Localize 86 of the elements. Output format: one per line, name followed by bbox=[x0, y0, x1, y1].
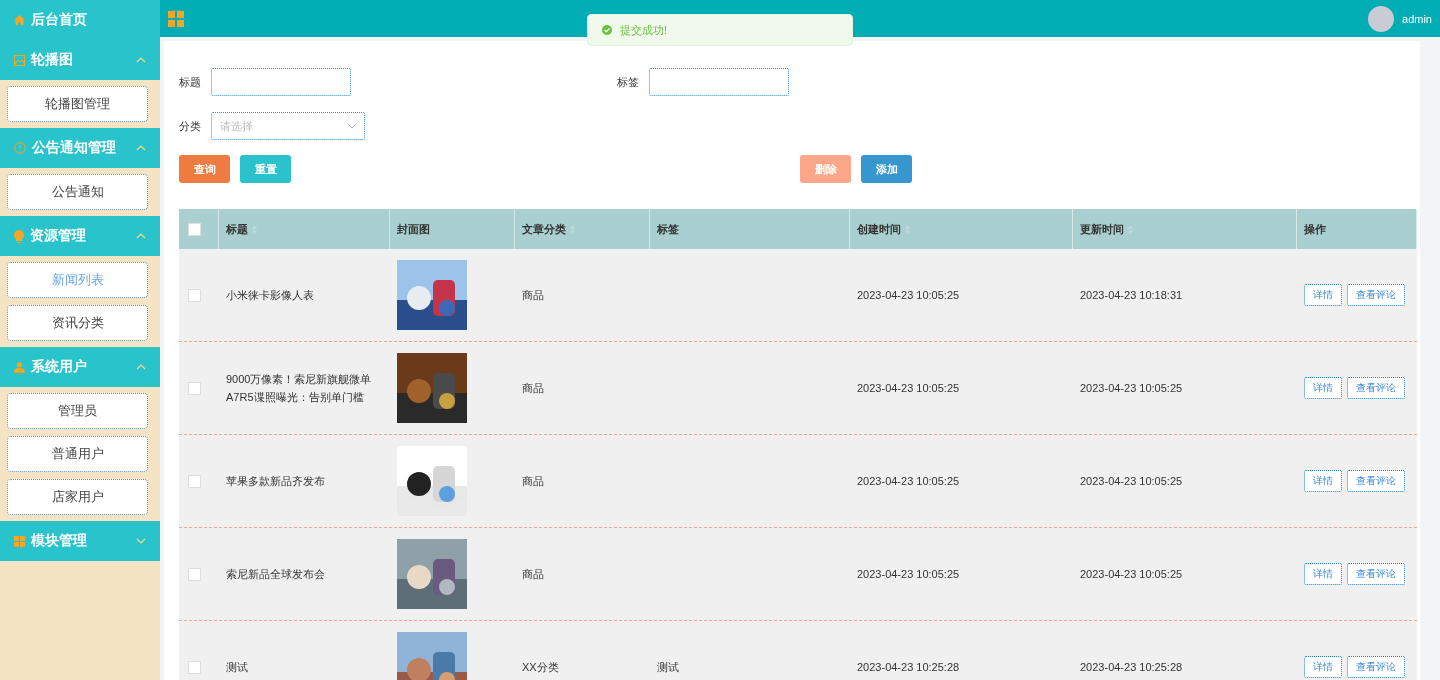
chevron-up-icon bbox=[136, 233, 146, 239]
column-header: 封面图 bbox=[397, 221, 430, 237]
user-icon bbox=[14, 361, 25, 373]
menu-item[interactable]: 普通用户 bbox=[7, 436, 148, 472]
check-circle-icon bbox=[602, 25, 612, 35]
toast-message: 提交成功! bbox=[620, 22, 668, 38]
row-checkbox[interactable] bbox=[188, 288, 201, 302]
table-cell-text: 9000万像素！索尼新旗舰微单A7R5谍照曝光：告别单门槛 bbox=[226, 372, 373, 405]
table-cell-text: 2023-04-23 10:25:28 bbox=[857, 660, 960, 675]
table-cell-text: 商品 bbox=[522, 288, 544, 303]
chevron-up-icon bbox=[136, 57, 146, 63]
action-link[interactable]: 详情 bbox=[1304, 470, 1342, 492]
title-input[interactable] bbox=[211, 68, 351, 96]
menu-group[interactable]: 模块管理 bbox=[0, 521, 160, 561]
sort-icon[interactable] bbox=[1128, 224, 1133, 234]
home-icon bbox=[14, 15, 25, 25]
chevron-down-icon bbox=[136, 538, 146, 544]
chevron-up-icon bbox=[136, 364, 146, 370]
lightbulb-icon bbox=[14, 229, 24, 243]
row-checkbox[interactable] bbox=[188, 474, 201, 488]
table-cell-text: 2023-04-23 10:25:28 bbox=[1080, 660, 1183, 675]
action-link[interactable]: 查看评论 bbox=[1347, 470, 1405, 492]
action-link[interactable]: 查看评论 bbox=[1347, 656, 1405, 678]
column-header: 标签 bbox=[657, 221, 679, 237]
table-cell-text: 2023-04-23 10:05:25 bbox=[857, 567, 960, 582]
table-cell-text: 苹果多款新品齐发布 bbox=[226, 474, 325, 489]
avatar[interactable] bbox=[1368, 5, 1395, 32]
action-link[interactable]: 查看评论 bbox=[1347, 284, 1405, 306]
reset-button[interactable]: 重置 bbox=[240, 155, 291, 183]
table-cell-text: 索尼新品全球发布会 bbox=[226, 567, 325, 582]
row-checkbox[interactable] bbox=[188, 381, 201, 395]
search-button[interactable]: 查询 bbox=[179, 155, 230, 183]
grid-icon[interactable] bbox=[168, 10, 184, 27]
menu-item[interactable]: 轮播图管理 bbox=[7, 86, 148, 122]
image-icon bbox=[14, 54, 25, 66]
chevron-up-icon bbox=[136, 145, 146, 151]
table-cell-text: 测试 bbox=[226, 660, 248, 675]
action-link[interactable]: 查看评论 bbox=[1347, 377, 1405, 399]
action-link[interactable]: 详情 bbox=[1304, 284, 1342, 306]
select-all-checkbox[interactable] bbox=[188, 222, 201, 236]
column-header: 创建时间 bbox=[857, 221, 901, 237]
field-label: 分类 bbox=[179, 118, 202, 134]
row-checkbox[interactable] bbox=[188, 660, 201, 674]
table-cell-text: 2023-04-23 10:05:25 bbox=[857, 381, 960, 396]
table-cell-text: 小米徕卡影像人表 bbox=[226, 288, 314, 303]
add-button[interactable]: 添加 bbox=[861, 155, 912, 183]
column-header: 更新时间 bbox=[1080, 221, 1124, 237]
table-cell-text: 商品 bbox=[522, 567, 544, 582]
field-label: 标签 bbox=[617, 74, 640, 90]
field-label: 标题 bbox=[179, 74, 202, 90]
row-checkbox[interactable] bbox=[188, 567, 201, 581]
menu-item[interactable]: 新闻列表 bbox=[7, 262, 148, 298]
menu-item[interactable]: 资讯分类 bbox=[7, 305, 148, 341]
table-cell-text: 2023-04-23 10:05:25 bbox=[1080, 567, 1183, 582]
action-link[interactable]: 查看评论 bbox=[1347, 563, 1405, 585]
menu-item[interactable]: 店家用户 bbox=[7, 479, 148, 515]
table-cell-text: 商品 bbox=[522, 474, 544, 489]
column-header: 标题 bbox=[226, 221, 248, 237]
table-cell-text: 商品 bbox=[522, 381, 544, 396]
menu-group[interactable]: 公告通知管理 bbox=[0, 128, 160, 168]
sort-icon[interactable] bbox=[905, 224, 910, 234]
table-cell-text: 测试 bbox=[657, 660, 679, 675]
column-header: 操作 bbox=[1304, 221, 1326, 237]
sort-icon[interactable] bbox=[570, 224, 575, 234]
sort-icon[interactable] bbox=[252, 224, 257, 234]
action-link[interactable]: 详情 bbox=[1304, 656, 1342, 678]
column-header: 文章分类 bbox=[522, 221, 566, 237]
menu-item[interactable]: 管理员 bbox=[7, 393, 148, 429]
tag-input[interactable] bbox=[649, 68, 789, 96]
action-link[interactable]: 详情 bbox=[1304, 563, 1342, 585]
user-name: admin bbox=[1402, 12, 1432, 25]
table-cell-text: 2023-04-23 10:05:25 bbox=[1080, 381, 1183, 396]
home-menu-item[interactable]: 后台首页 bbox=[0, 0, 160, 40]
table-cell-text: 2023-04-23 10:18:31 bbox=[1080, 288, 1183, 303]
grid-icon bbox=[14, 535, 25, 547]
table-cell-text: 2023-04-23 10:05:25 bbox=[857, 474, 960, 489]
menu-item[interactable]: 公告通知 bbox=[7, 174, 148, 210]
chevron-down-icon bbox=[348, 123, 356, 129]
table-cell-text: XX分类 bbox=[522, 660, 559, 675]
menu-group[interactable]: 轮播图 bbox=[0, 40, 160, 80]
menu-group[interactable]: 系统用户 bbox=[0, 347, 160, 387]
action-link[interactable]: 详情 bbox=[1304, 377, 1342, 399]
info-icon bbox=[14, 142, 26, 154]
menu-group[interactable]: 资源管理 bbox=[0, 216, 160, 256]
table-cell-text: 2023-04-23 10:05:25 bbox=[1080, 474, 1183, 489]
table-cell-text: 2023-04-23 10:05:25 bbox=[857, 288, 960, 303]
